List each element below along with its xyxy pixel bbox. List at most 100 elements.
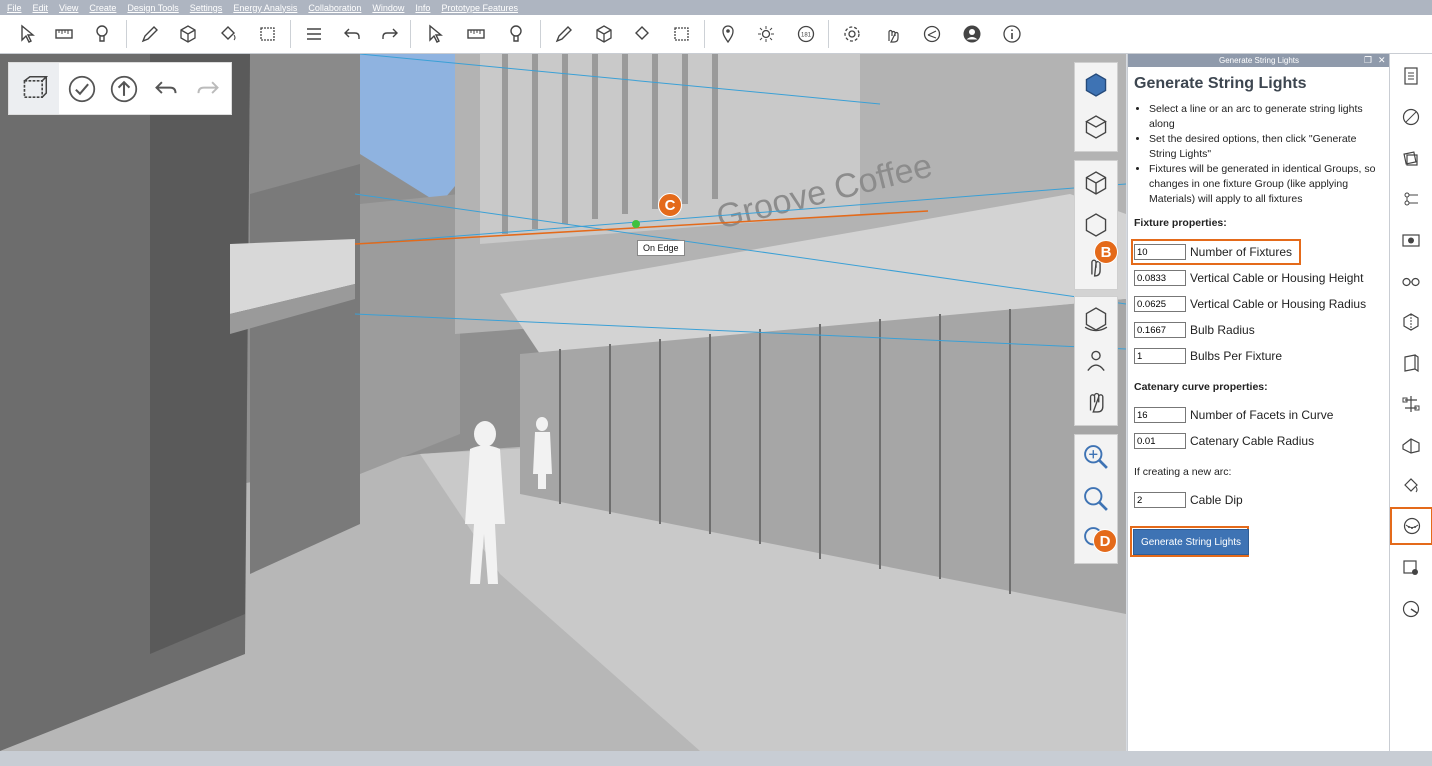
roof-icon[interactable] [1399, 433, 1423, 457]
menu-create[interactable]: Create [89, 3, 116, 13]
menu-window[interactable]: Window [372, 3, 404, 13]
view-mode-group [1074, 160, 1118, 290]
view-settings-icon[interactable] [1399, 269, 1423, 293]
checkmark-icon[interactable] [66, 73, 98, 105]
components-icon[interactable] [1399, 146, 1423, 170]
string-lights-tool-icon[interactable] [1390, 507, 1432, 545]
pencil-icon[interactable] [136, 21, 164, 47]
cable-height-label: Vertical Cable or Housing Height [1190, 271, 1364, 285]
3d-viewport[interactable]: Groove Coffee On Edge [0, 54, 1126, 751]
paint-bucket-icon[interactable] [214, 21, 242, 47]
catenary-properties-heading: Catenary curve properties: [1134, 381, 1268, 393]
hand-touch-icon[interactable] [878, 21, 906, 47]
main-toolbar: 181 [0, 15, 1432, 54]
orbit-icon[interactable] [1080, 303, 1112, 335]
lightbulb-icon[interactable] [502, 21, 530, 47]
lightbulb-icon[interactable] [88, 21, 116, 47]
undo-icon[interactable] [338, 21, 366, 47]
fixture-properties-heading: Fixture properties: [1134, 217, 1227, 229]
menu-edit[interactable]: Edit [33, 3, 49, 13]
info-icon[interactable] [998, 21, 1026, 47]
section-icon[interactable] [668, 21, 696, 47]
user-account-icon[interactable] [958, 21, 986, 47]
scene-render: Groove Coffee [0, 54, 1126, 751]
menu-prototype-features[interactable]: Prototype Features [441, 3, 518, 13]
catenary-row-facets: Number of Facets in Curve [1134, 406, 1333, 424]
menu-design-tools[interactable]: Design Tools [127, 3, 178, 13]
string-lights-panel: Generate String Lights ❐ ✕ Generate Stri… [1127, 54, 1390, 751]
panel-title: Generate String Lights [1134, 75, 1307, 92]
select-icon[interactable] [14, 21, 42, 47]
materials-icon[interactable] [628, 21, 656, 47]
undo-icon[interactable] [150, 73, 182, 105]
view-cube-icon[interactable] [1080, 69, 1112, 101]
instructions-list: Select a line or an arc to generate stri… [1134, 102, 1381, 207]
share-icon[interactable] [918, 21, 946, 47]
cable-radius-label: Vertical Cable or Housing Radius [1190, 297, 1367, 311]
view-top-icon[interactable] [1080, 111, 1112, 143]
instruction-item: Select a line or an arc to generate stri… [1149, 102, 1381, 132]
settings-gear-icon[interactable] [838, 21, 866, 47]
orbit-group [1074, 296, 1118, 426]
sun-study-icon[interactable] [1399, 597, 1423, 621]
layers-icon[interactable] [1399, 187, 1423, 211]
perspective-view-icon[interactable] [1080, 167, 1112, 199]
structure-icon[interactable] [1399, 392, 1423, 416]
snap-tooltip: On Edge [637, 240, 685, 256]
svg-text:181: 181 [801, 33, 812, 39]
paint-tool-icon[interactable] [1399, 474, 1423, 498]
redo-icon[interactable] [192, 73, 224, 105]
catenary-cable-radius-input[interactable] [1134, 433, 1186, 449]
scenes-icon[interactable] [1399, 228, 1423, 252]
catenary-row-cable-radius: Catenary Cable Radius [1134, 432, 1314, 450]
bulbs-per-fixture-input[interactable] [1134, 348, 1186, 364]
generate-string-lights-button[interactable]: Generate String Lights [1133, 529, 1249, 555]
redo-icon[interactable] [376, 21, 404, 47]
view-orientation-group [1074, 62, 1118, 152]
render-settings-icon[interactable] [1399, 556, 1423, 580]
cable-height-input[interactable] [1134, 270, 1186, 286]
arrow-up-icon[interactable] [108, 73, 140, 105]
menu-settings[interactable]: Settings [190, 3, 223, 13]
look-around-icon[interactable] [1080, 345, 1112, 377]
location-pin-icon[interactable] [714, 21, 742, 47]
list-icon[interactable] [300, 21, 328, 47]
menu-file[interactable]: File [7, 3, 22, 13]
menu-bar: File Edit View Create Design Tools Setti… [0, 0, 1432, 15]
materials-icon[interactable] [1399, 105, 1423, 129]
push-pull-box-icon[interactable] [174, 21, 202, 47]
section-box-icon[interactable] [18, 73, 50, 105]
pencil-icon[interactable] [550, 21, 578, 47]
close-panel-icon[interactable]: ✕ [1378, 54, 1386, 67]
view-360-icon[interactable]: 181 [792, 21, 820, 47]
facets-input[interactable] [1134, 407, 1186, 423]
bulbs-per-fixture-label: Bulbs Per Fixture [1190, 349, 1283, 363]
menu-view[interactable]: View [59, 3, 78, 13]
edit-tools-panel [8, 62, 232, 115]
right-tool-bar [1389, 54, 1432, 751]
section-planes-icon[interactable] [1399, 310, 1423, 334]
pin-panel-icon[interactable]: ❐ [1364, 54, 1372, 67]
pan-hand-icon[interactable] [1080, 385, 1112, 417]
zoom-in-icon[interactable] [1080, 441, 1112, 473]
box-icon[interactable] [590, 21, 618, 47]
cable-dip-input[interactable] [1134, 492, 1186, 508]
menu-energy-analysis[interactable]: Energy Analysis [233, 3, 297, 13]
tape-measure-icon[interactable] [50, 21, 78, 47]
menu-collaboration[interactable]: Collaboration [308, 3, 361, 13]
sun-icon[interactable] [752, 21, 780, 47]
select-icon[interactable] [422, 21, 450, 47]
orthographic-view-icon[interactable] [1080, 209, 1112, 241]
bulb-radius-input[interactable] [1134, 322, 1186, 338]
section-box-icon[interactable] [254, 21, 282, 47]
cable-radius-input[interactable] [1134, 296, 1186, 312]
walls-icon[interactable] [1399, 351, 1423, 375]
arc-row-cable-dip: Cable Dip [1134, 491, 1243, 509]
number-of-fixtures-input[interactable] [1134, 244, 1186, 260]
status-bar [0, 751, 1432, 766]
zoom-window-icon[interactable] [1080, 483, 1112, 515]
menu-info[interactable]: Info [415, 3, 430, 13]
tape-measure-icon[interactable] [462, 21, 490, 47]
object-info-icon[interactable] [1399, 64, 1423, 88]
instruction-item: Set the desired options, then click "Gen… [1149, 132, 1381, 162]
